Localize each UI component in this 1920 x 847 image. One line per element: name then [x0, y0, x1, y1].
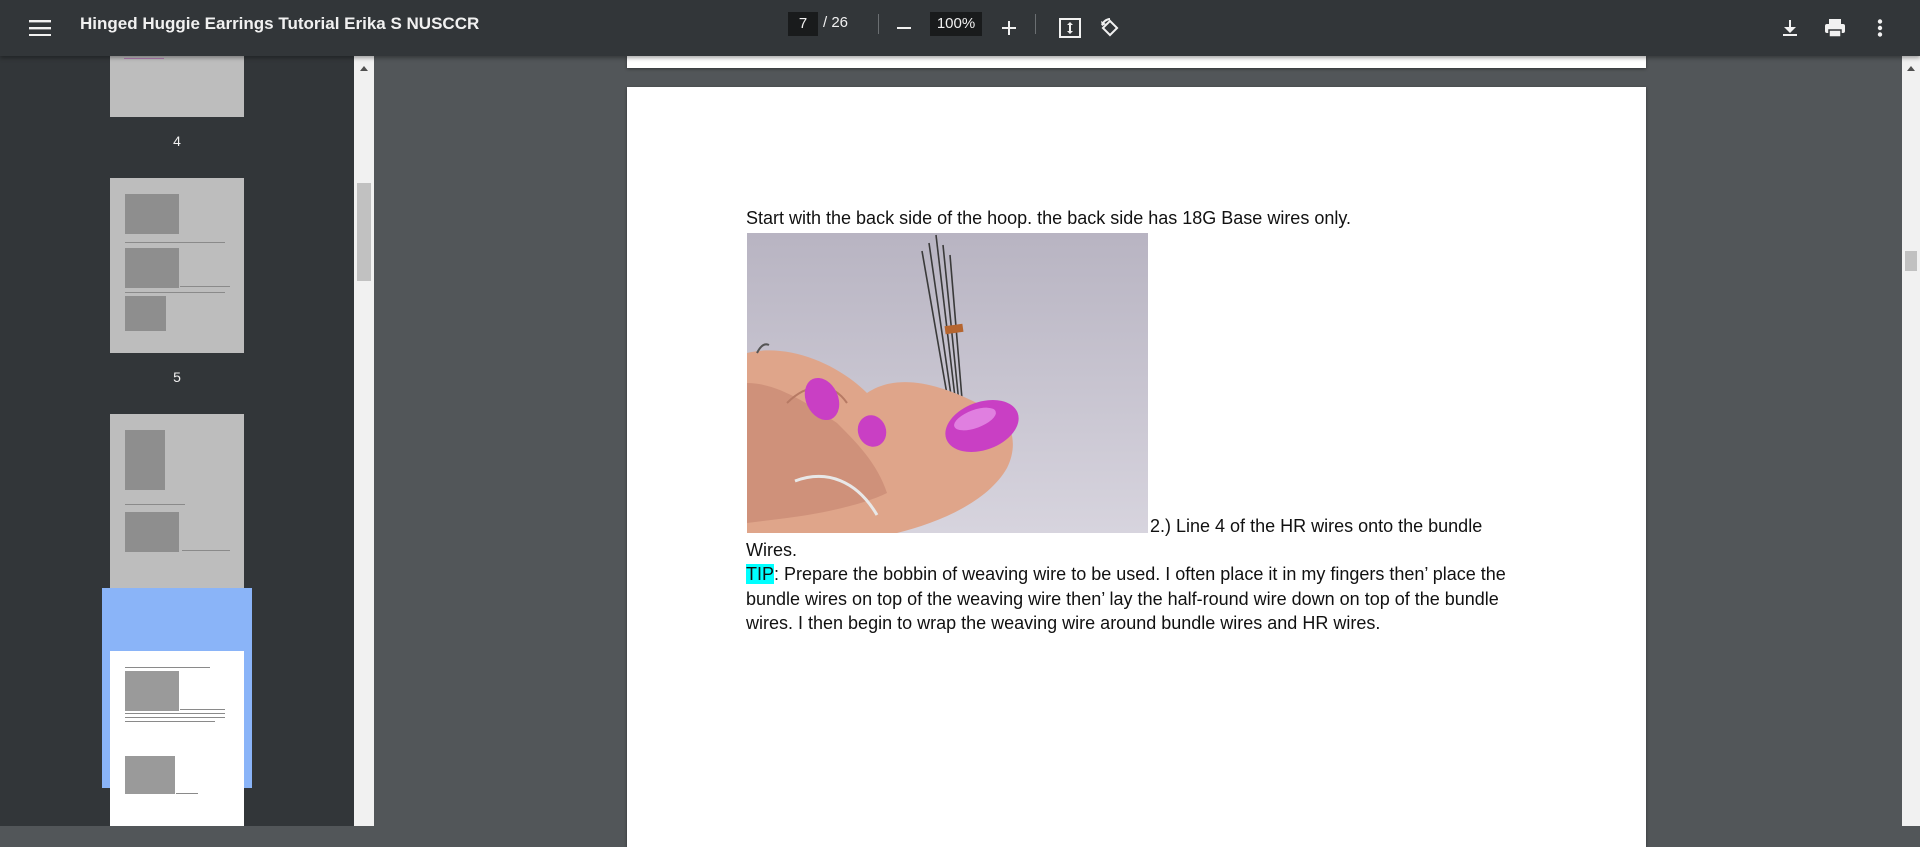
doc-caption: 2.) Line 4 of the HR wires onto the bund… [1150, 516, 1483, 536]
thumb-text-line [125, 504, 185, 505]
page-total: / 26 [823, 14, 849, 31]
thumb-text-line [182, 550, 230, 551]
previous-page-edge [627, 56, 1646, 68]
tip-highlight: TIP [746, 564, 775, 584]
thumb-text-line [180, 709, 225, 710]
minus-icon[interactable] [888, 12, 920, 44]
thumb-text-line [125, 717, 225, 718]
thumbnail-page-6[interactable] [110, 414, 244, 589]
thumb-image [125, 430, 165, 490]
thumbnail-label: 5 [173, 369, 181, 385]
thumb-image [125, 512, 179, 552]
thumb-image [125, 756, 175, 794]
menu-icon[interactable] [24, 12, 56, 44]
doc-tip-line-1: TIP: Prepare the bobbin of weaving wire … [746, 562, 1506, 586]
thumb-text-line [125, 292, 225, 293]
tutorial-photo [747, 233, 1148, 533]
sidebar-scrollbar-thumb[interactable] [357, 183, 371, 281]
thumbnail-page-5[interactable] [110, 178, 244, 353]
pdf-toolbar: Hinged Huggie Earrings Tutorial Erika S … [0, 0, 1920, 56]
print-icon[interactable] [1819, 12, 1851, 44]
doc-tip-line-3: wires. I then begin to wrap the weaving … [746, 613, 1381, 633]
thumb-image [125, 296, 166, 331]
toolbar-divider [878, 14, 879, 34]
more-vert-icon[interactable] [1864, 12, 1896, 44]
scroll-up-arrow-icon[interactable] [360, 66, 368, 71]
thumb-image [125, 671, 179, 711]
thumb-text-line [125, 667, 210, 668]
thumb-text-line [176, 793, 198, 794]
sidebar-scrollbar[interactable] [354, 56, 374, 826]
page-number-input[interactable]: 7 [788, 12, 818, 36]
thumbnail-label: 4 [173, 133, 181, 149]
fit-to-page-icon[interactable] [1054, 12, 1086, 44]
thumb-image [125, 194, 179, 234]
viewer-scrollbar[interactable] [1902, 56, 1920, 826]
document-title: Hinged Huggie Earrings Tutorial Erika S … [80, 14, 480, 33]
thumb-image [125, 248, 179, 288]
thumbnail-page-4[interactable] [110, 56, 244, 117]
thumb-text-line [125, 721, 215, 722]
thumbnail-page-7[interactable] [110, 651, 244, 826]
doc-line-3: Wires. [746, 540, 797, 560]
download-icon[interactable] [1774, 12, 1806, 44]
tip-text: : Prepare the bobbin of weaving wire to … [774, 564, 1506, 584]
viewer-scrollbar-thumb[interactable] [1905, 251, 1917, 271]
scroll-up-arrow-icon[interactable] [1907, 66, 1915, 71]
toolbar-divider [1035, 14, 1036, 34]
rotate-icon[interactable] [1094, 12, 1126, 44]
thumb-text-line [124, 58, 164, 59]
doc-line-1: Start with the back side of the hoop. th… [746, 208, 1352, 228]
zoom-input[interactable]: 100% [930, 12, 982, 36]
thumb-text-line [125, 713, 225, 714]
doc-tip-line-2: bundle wires on top of the weaving wire … [746, 589, 1499, 609]
plus-icon[interactable] [993, 12, 1025, 44]
thumb-text-line [125, 242, 225, 243]
thumb-text-line [180, 286, 230, 287]
